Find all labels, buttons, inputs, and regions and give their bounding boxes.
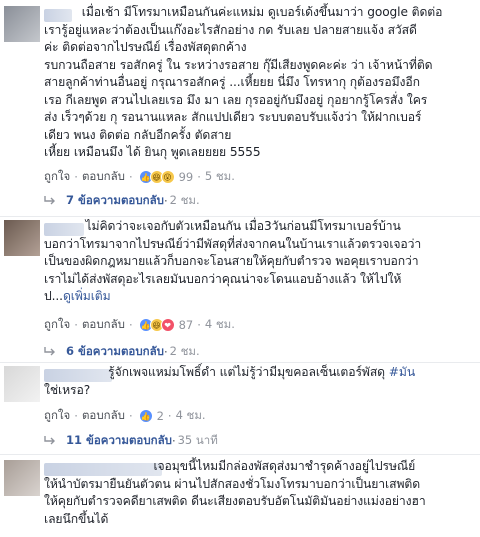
reply-arrow-icon bbox=[44, 436, 56, 446]
replies-count: 7 ข้อความตอบกลับ bbox=[66, 193, 164, 207]
view-replies-link[interactable]: 6 ข้อความตอบกลับ · 2 ชม. bbox=[44, 343, 200, 361]
timestamp[interactable]: 5 ชม. bbox=[205, 168, 235, 186]
replies-time: 35 นาที bbox=[177, 433, 218, 447]
comment-actions: ถูกใจ · ตอบกลับ · 👍 😆 ❤ 87 · 4 ชม. bbox=[44, 316, 235, 334]
reaction-summary[interactable]: 👍 😆 😮 99 bbox=[138, 170, 194, 184]
view-replies-link[interactable]: 11 ข้อความตอบกลับ · 35 นาที bbox=[44, 432, 218, 450]
reaction-summary[interactable]: 👍 😆 ❤ 87 bbox=[138, 318, 194, 332]
see-more-link[interactable]: ดูเพิ่มเติม bbox=[63, 289, 111, 303]
divider bbox=[0, 216, 480, 217]
wow-reaction-icon: 😮 bbox=[160, 170, 175, 184]
comment-actions: ถูกใจ · ตอบกลับ · 👍 😆 😮 99 · 5 ชม. bbox=[44, 168, 235, 186]
avatar[interactable] bbox=[4, 6, 40, 42]
reply-arrow-icon bbox=[44, 196, 56, 206]
like-button[interactable]: ถูกใจ bbox=[44, 407, 70, 425]
comment-text: ไม่คิดว่าจะเจอกับตัวเหมือนกัน เมื่อ3วันก… bbox=[44, 219, 422, 303]
reply-arrow-icon bbox=[44, 347, 56, 357]
hashtag-link[interactable]: #มัน bbox=[389, 365, 415, 379]
divider bbox=[0, 362, 480, 363]
like-button[interactable]: ถูกใจ bbox=[44, 168, 70, 186]
timestamp[interactable]: 4 ชม. bbox=[205, 316, 235, 334]
reaction-count: 99 bbox=[178, 170, 194, 184]
timestamp[interactable]: 4 ชม. bbox=[176, 407, 206, 425]
reply-button[interactable]: ตอบกลับ bbox=[82, 168, 125, 186]
comment-actions: ถูกใจ · ตอบกลับ · 👍 2 · 4 ชม. bbox=[44, 407, 206, 425]
divider bbox=[0, 454, 480, 455]
replies-count: 11 ข้อความตอบกลับ bbox=[66, 433, 172, 447]
replies-count: 6 ข้อความตอบกลับ bbox=[66, 344, 164, 358]
reply-button[interactable]: ตอบกลับ bbox=[82, 316, 125, 334]
love-reaction-icon: ❤ bbox=[160, 318, 175, 332]
reaction-count: 87 bbox=[178, 318, 194, 332]
comment-text: รู้จักเพจแหม่มโพธิ์ดำ แต่ไม่รู้ว่ามีมุขค… bbox=[44, 365, 416, 397]
like-reaction-icon: 👍 bbox=[138, 409, 153, 423]
comment-text: เมื่อเช้า มีโทรมาเหมือนกันค่ะแหม่ม ดูเบอ… bbox=[44, 5, 443, 159]
reaction-summary[interactable]: 👍 2 bbox=[138, 409, 164, 423]
replies-time: 2 ชม. bbox=[169, 344, 200, 358]
avatar[interactable] bbox=[4, 366, 40, 402]
reaction-count: 2 bbox=[156, 409, 164, 423]
reply-button[interactable]: ตอบกลับ bbox=[82, 407, 125, 425]
view-replies-link[interactable]: 7 ข้อความตอบกลับ · 2 ชม. bbox=[44, 192, 200, 210]
avatar[interactable] bbox=[4, 220, 40, 256]
avatar[interactable] bbox=[4, 460, 40, 496]
comment-text: เจอมุขนี้ไหมมีกล่องพัสดุส่งมาชำรุดค้างอย… bbox=[44, 459, 426, 526]
replies-time: 2 ชม. bbox=[169, 193, 200, 207]
like-button[interactable]: ถูกใจ bbox=[44, 316, 70, 334]
